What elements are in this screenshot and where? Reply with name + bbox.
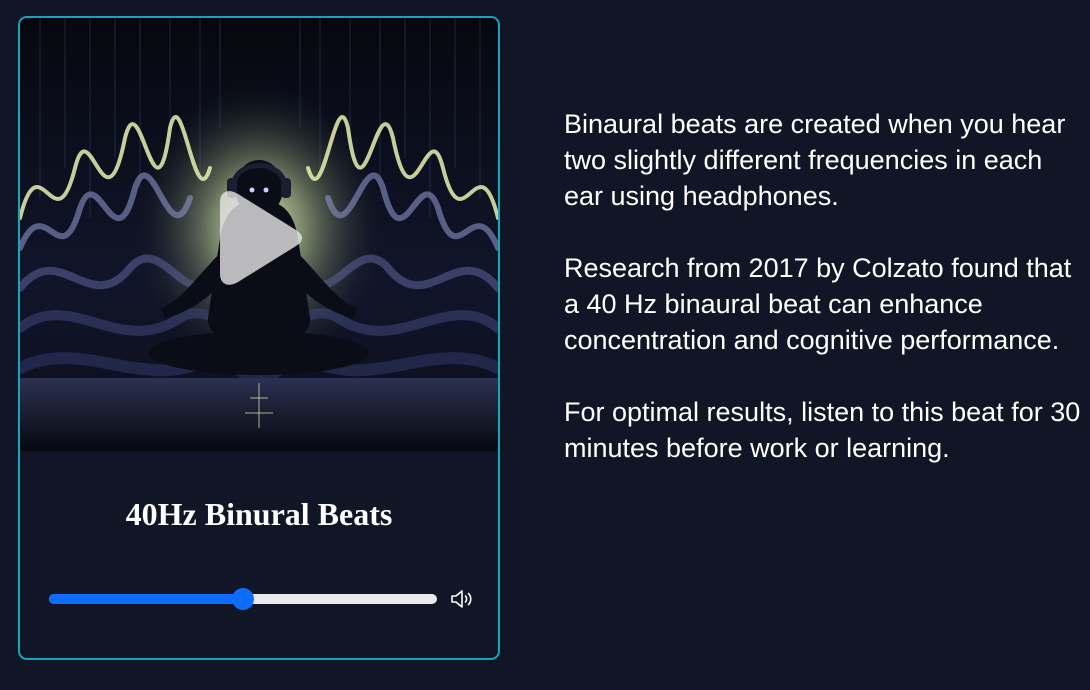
play-icon bbox=[220, 191, 302, 285]
cover-art bbox=[20, 18, 498, 451]
description-paragraph: Research from 2017 by Colzato found that… bbox=[564, 253, 1072, 355]
description-paragraph: Binaural beats are created when you hear… bbox=[564, 109, 1066, 211]
volume-slider-fill bbox=[49, 594, 243, 604]
volume-slider[interactable] bbox=[49, 588, 437, 610]
description: Binaural beats are created when you hear… bbox=[564, 106, 1084, 502]
description-paragraph: For optimal results, listen to this beat… bbox=[564, 397, 1081, 463]
speaker-volume-icon[interactable] bbox=[449, 586, 475, 612]
play-button[interactable] bbox=[208, 188, 304, 288]
track-title: 40Hz Binural Beats bbox=[125, 496, 393, 532]
audio-player-card: 40Hz Binural Beats bbox=[18, 16, 500, 660]
volume-slider-thumb[interactable] bbox=[232, 588, 254, 610]
